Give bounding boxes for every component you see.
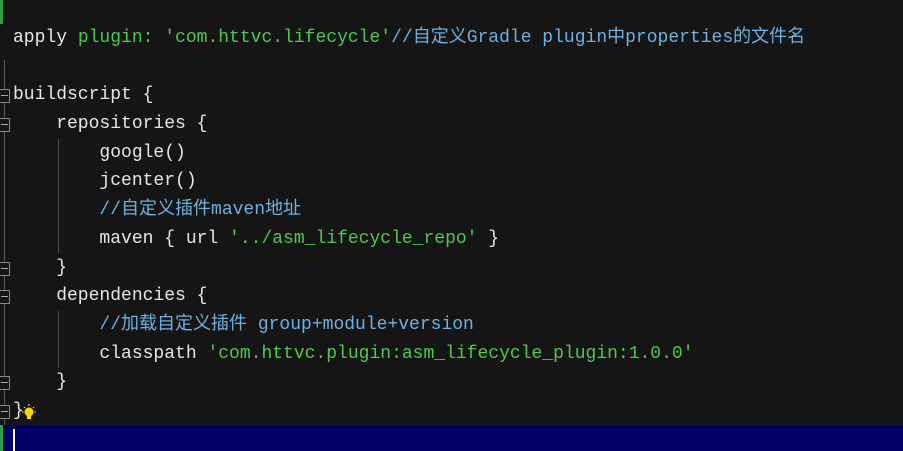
code-line[interactable]: }: [13, 368, 805, 397]
code-token: }: [477, 228, 500, 249]
code-token: repositories {: [13, 114, 208, 135]
code-line[interactable]: //加载自定义插件 group+module+version: [13, 311, 805, 340]
code-line[interactable]: }: [13, 397, 805, 426]
code-line[interactable]: dependencies {: [13, 282, 805, 311]
keyword-token: plugin:: [77, 28, 154, 48]
code-line[interactable]: jcenter(): [13, 167, 805, 196]
code-line[interactable]: classpath 'com.httvc.plugin:asm_lifecycl…: [13, 340, 805, 369]
code-line[interactable]: apply plugin: 'com.httvc.lifecycle'//自定义…: [13, 24, 805, 53]
code-lines[interactable]: apply plugin: 'com.httvc.lifecycle'//自定义…: [13, 24, 805, 426]
fold-toggle-icon[interactable]: [0, 261, 10, 276]
code-token: jcenter(): [13, 171, 197, 192]
code-line[interactable]: google(): [13, 139, 805, 168]
code-editor[interactable]: apply plugin: 'com.httvc.lifecycle'//自定义…: [0, 0, 903, 451]
gutter-fold-line: [4, 60, 5, 425]
code-token: buildscript {: [13, 85, 154, 106]
fold-toggle-icon[interactable]: [0, 405, 10, 420]
code-line[interactable]: }: [13, 254, 805, 283]
text-cursor: [13, 429, 15, 451]
code-token: maven { url: [13, 228, 230, 249]
fold-toggle-icon[interactable]: [0, 118, 10, 133]
current-line[interactable]: [0, 425, 903, 451]
code-line[interactable]: maven { url '../asm_lifecycle_repo' }: [13, 225, 805, 254]
code-token: }: [13, 257, 68, 278]
code-line[interactable]: //自定义插件maven地址: [13, 196, 805, 225]
comment-token: //自定义Gradle plugin中properties的文件名: [391, 28, 806, 48]
code-token: google(): [13, 142, 186, 163]
comment-token: //加载自定义插件 group+module+version: [99, 314, 474, 335]
code-token: dependencies {: [13, 286, 208, 307]
code-line[interactable]: buildscript {: [13, 81, 805, 110]
fold-toggle-icon[interactable]: [0, 376, 10, 391]
string-token: 'com.httvc.lifecycle': [164, 28, 392, 48]
change-marker: [0, 425, 3, 451]
code-line[interactable]: [13, 53, 805, 82]
code-token: apply: [13, 28, 78, 48]
code-token: }: [13, 372, 68, 393]
code-line[interactable]: repositories {: [13, 110, 805, 139]
fold-toggle-icon[interactable]: [0, 89, 10, 104]
change-marker: [0, 0, 3, 24]
fold-toggle-icon[interactable]: [0, 290, 10, 305]
string-token: 'com.httvc.plugin:asm_lifecycle_plugin:1…: [207, 343, 694, 364]
string-token: '../asm_lifecycle_repo': [229, 228, 478, 249]
comment-token: //自定义插件maven地址: [99, 200, 302, 221]
code-token: classpath: [13, 343, 208, 364]
lightbulb-icon[interactable]: [21, 404, 37, 422]
